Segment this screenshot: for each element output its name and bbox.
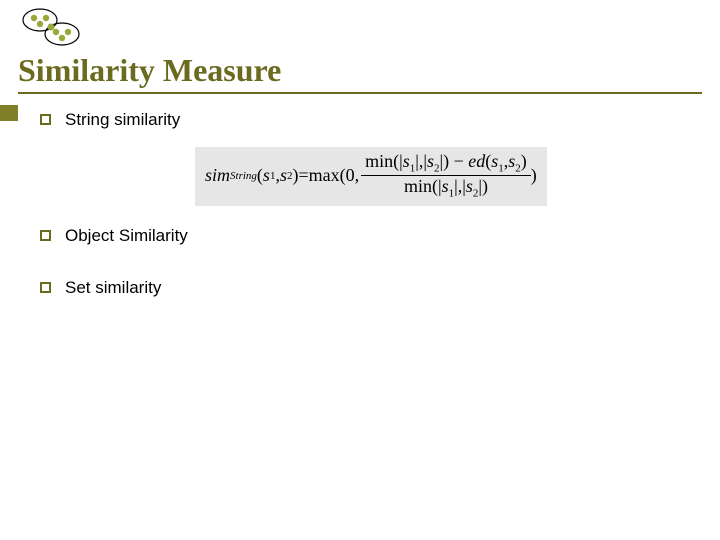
formula: simString (s1, s2) = max(0, min(|s1|,|s2… — [205, 151, 537, 200]
bullet-item: Set similarity — [40, 278, 188, 298]
paren-close: ) — [531, 165, 537, 186]
var-s2: s — [427, 151, 434, 171]
formula-box: simString (s1, s2) = max(0, min(|s1|,|s2… — [195, 147, 547, 206]
zero: 0 — [346, 165, 355, 186]
func-subscript: String — [230, 170, 257, 182]
accent-bar — [0, 105, 18, 121]
denominator: min(|s1|,|s2|) — [400, 176, 492, 200]
var-s2: s — [280, 165, 287, 186]
min-func: min — [365, 151, 393, 171]
numerator: min(|s1|,|s2|) − ed(s1,s2) — [361, 151, 531, 175]
sub-2: 2 — [515, 163, 521, 175]
bullet-text: String similarity — [65, 110, 180, 130]
page-title: Similarity Measure — [18, 52, 281, 89]
bullet-item: String similarity — [40, 110, 188, 130]
bullet-icon — [40, 114, 51, 125]
ed-func: ed — [468, 151, 485, 171]
var-s2: s — [466, 176, 473, 196]
max-func: max — [309, 165, 340, 186]
min-func: min — [404, 176, 432, 196]
minus: − — [449, 151, 468, 171]
bullet-item: Object Similarity — [40, 226, 188, 246]
bullet-icon — [40, 282, 51, 293]
func-name: sim — [205, 165, 230, 186]
title-underline — [18, 92, 702, 94]
abs-close: | — [478, 176, 482, 196]
bullet-text: Set similarity — [65, 278, 161, 298]
equals: = — [298, 165, 308, 186]
bullet-text: Object Similarity — [65, 226, 188, 246]
logo-icon — [18, 4, 88, 50]
var-s1: s — [442, 176, 449, 196]
var-s1: s — [263, 165, 270, 186]
fraction: min(|s1|,|s2|) − ed(s1,s2) min(|s1|,|s2|… — [361, 151, 531, 200]
var-s1: s — [403, 151, 410, 171]
comma: , — [355, 165, 360, 186]
abs-close: | — [439, 151, 443, 171]
content-area: String similarity Object Similarity Set … — [40, 110, 188, 366]
bullet-icon — [40, 230, 51, 241]
